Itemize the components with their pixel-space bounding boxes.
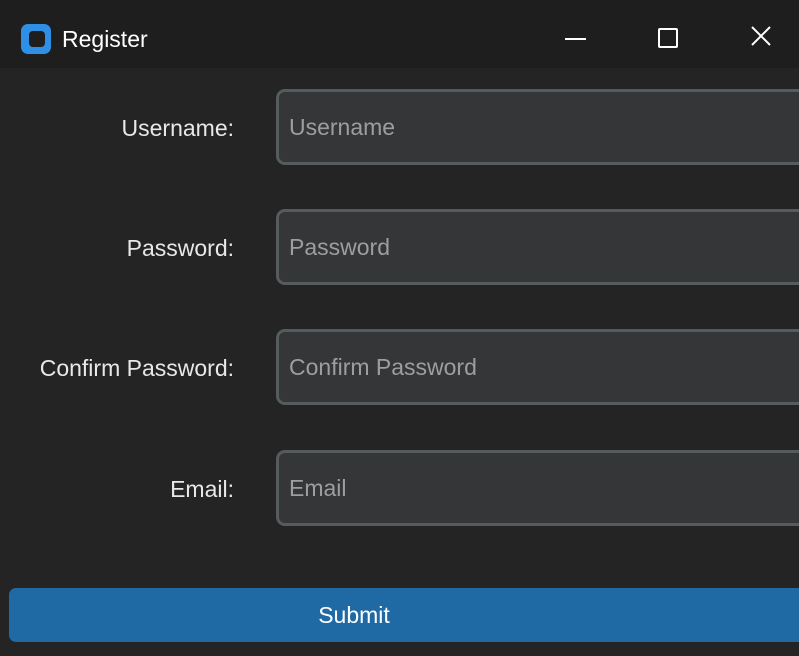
password-label: Password: bbox=[126, 235, 234, 261]
username-input[interactable] bbox=[289, 92, 789, 162]
window-title: Register bbox=[62, 26, 148, 52]
maximize-button[interactable] bbox=[644, 10, 692, 58]
confirm-password-label: Confirm Password: bbox=[39, 355, 234, 381]
username-label: Username: bbox=[121, 115, 234, 141]
confirm-password-field[interactable] bbox=[276, 329, 799, 405]
minimize-button[interactable] bbox=[553, 10, 601, 58]
submit-button[interactable]: Submit bbox=[9, 588, 799, 642]
password-input[interactable] bbox=[289, 212, 789, 282]
email-field[interactable] bbox=[276, 450, 799, 526]
email-input[interactable] bbox=[289, 453, 789, 523]
close-icon bbox=[751, 26, 771, 46]
password-field[interactable] bbox=[276, 209, 799, 285]
register-window: Register Username: Password: Confirm Pas… bbox=[0, 0, 799, 656]
title-bar[interactable]: Register bbox=[0, 0, 799, 68]
close-button[interactable] bbox=[737, 10, 785, 58]
username-field[interactable] bbox=[276, 89, 799, 165]
email-label: Email: bbox=[170, 476, 234, 502]
confirm-password-input[interactable] bbox=[289, 332, 789, 402]
app-logo-icon bbox=[21, 24, 51, 54]
